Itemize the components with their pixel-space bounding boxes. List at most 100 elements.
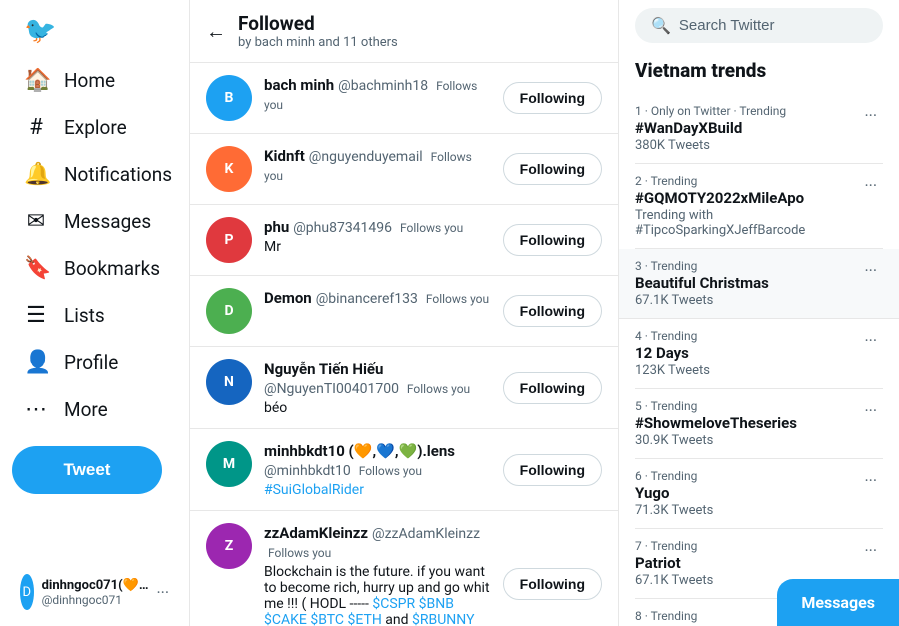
sidebar-item-explore[interactable]: # Explore <box>12 105 177 150</box>
avatar: Z <box>206 523 252 569</box>
trend-item[interactable]: 4 · Trending 12 Days 123K Tweets ··· <box>635 319 883 389</box>
trend-meta: 1 · Only on Twitter · Trending <box>635 104 786 118</box>
avatar: D <box>206 288 252 334</box>
trends-list: 1 · Only on Twitter · Trending #WanDayXB… <box>635 94 883 626</box>
bookmark-icon: 🔖 <box>24 256 48 281</box>
avatar: P <box>206 217 252 263</box>
follows-you-label: Follows you <box>407 382 470 396</box>
sidebar-item-more[interactable]: ⋯ More <box>12 387 177 432</box>
trend-item[interactable]: 2 · Trending #GQMOTY2022xMileApo Trendin… <box>635 164 883 249</box>
sidebar-item-home[interactable]: 🏠 Home <box>12 58 177 103</box>
trend-tag: Yugo <box>635 484 713 502</box>
list-item: M minhbkdt10 (🧡,💙,💚).lens @minhbkdt10 Fo… <box>190 429 618 511</box>
trend-item[interactable]: 3 · Trending Beautiful Christmas 67.1K T… <box>619 249 899 319</box>
follower-bio: Mr <box>264 239 491 255</box>
back-button[interactable]: ← <box>206 19 226 44</box>
sidebar-item-label: Profile <box>64 351 118 374</box>
followers-list: B bach minh @bachminh18 Follows you Foll… <box>190 63 618 626</box>
follower-handle: @binanceref133 <box>316 291 418 307</box>
trend-meta: 3 · Trending <box>635 259 769 273</box>
following-button[interactable]: Following <box>503 153 602 185</box>
follower-name: Demon <box>264 289 312 307</box>
search-box[interactable]: 🔍 <box>635 8 883 43</box>
trend-tag: #GQMOTY2022xMileApo <box>635 189 858 207</box>
following-button[interactable]: Following <box>503 295 602 327</box>
sidebar-item-label: Home <box>64 69 115 92</box>
sidebar-item-label: More <box>64 398 108 421</box>
avatar: M <box>206 441 252 487</box>
list-item: K Kidnft @nguyenduyemail Follows you Fol… <box>190 134 618 205</box>
follows-you-label: Follows you <box>426 292 489 306</box>
trend-more-icon[interactable]: ··· <box>858 539 883 562</box>
trend-meta: 6 · Trending <box>635 469 713 483</box>
follower-handle: @minhbkdt10 <box>264 463 351 479</box>
more-icon: ⋯ <box>24 397 48 422</box>
tweet-button[interactable]: Tweet <box>12 446 162 494</box>
twitter-logo[interactable]: 🐦 <box>12 8 177 54</box>
list-item: N Nguyễn Tiến Hiếu @NguyenTI00401700 Fol… <box>190 347 618 429</box>
page-header: ← Followed by bach minh and 11 others <box>190 0 618 63</box>
sidebar-item-profile[interactable]: 👤 Profile <box>12 340 177 385</box>
list-item: B bach minh @bachminh18 Follows you Foll… <box>190 63 618 134</box>
person-icon: 👤 <box>24 350 48 375</box>
mail-icon: ✉ <box>24 209 48 234</box>
more-options-icon[interactable]: ··· <box>156 583 169 602</box>
trend-meta: 4 · Trending <box>635 329 710 343</box>
follower-handle: @phu87341496 <box>293 220 392 236</box>
list-item: Z zzAdamKleinzz @zzAdamKleinzz Follows y… <box>190 511 618 626</box>
trends-title: Vietnam trends <box>635 59 883 82</box>
twitter-bird-icon: 🐦 <box>24 16 56 46</box>
follower-bio: Blockchain is the future. if you want to… <box>264 564 491 626</box>
sidebar-item-label: Bookmarks <box>64 257 160 280</box>
follower-name: phu <box>264 218 289 236</box>
trend-tag: 12 Days <box>635 344 710 362</box>
trend-more-icon[interactable]: ··· <box>858 469 883 492</box>
following-button[interactable]: Following <box>503 82 602 114</box>
list-item: D Demon @binanceref133 Follows you Follo… <box>190 276 618 347</box>
search-input[interactable] <box>679 17 878 34</box>
sidebar-item-messages[interactable]: ✉ Messages <box>12 199 177 244</box>
trend-more-icon[interactable]: ··· <box>858 329 883 352</box>
main-nav: 🏠 Home # Explore 🔔 Notifications ✉ Messa… <box>12 58 177 434</box>
follower-bio: béo <box>264 400 491 416</box>
following-button[interactable]: Following <box>503 568 602 600</box>
trend-more-icon[interactable]: ··· <box>858 399 883 422</box>
following-button[interactable]: Following <box>503 372 602 404</box>
follower-name: zzAdamKleinzz <box>264 524 368 542</box>
follower-handle: @bachminh18 <box>338 78 428 94</box>
trend-count: 30.9K Tweets <box>635 433 797 448</box>
sidebar-item-lists[interactable]: ☰ Lists <box>12 293 177 338</box>
search-icon: 🔍 <box>651 16 671 35</box>
list-icon: ☰ <box>24 303 48 328</box>
sidebar-item-label: Messages <box>64 210 151 233</box>
profile-footer[interactable]: D dinhngoc071(🧡… @dinhngoc071 ··· <box>12 566 177 618</box>
sidebar-item-bookmarks[interactable]: 🔖 Bookmarks <box>12 246 177 291</box>
follower-handle: @zzAdamKleinzz <box>372 526 480 542</box>
avatar: K <box>206 146 252 192</box>
footer-handle: @dinhngoc071 <box>42 593 149 607</box>
follows-you-label: Follows you <box>268 546 331 560</box>
sidebar-item-notifications[interactable]: 🔔 Notifications <box>12 152 177 197</box>
avatar: B <box>206 75 252 121</box>
trend-count: 67.1K Tweets <box>635 573 713 588</box>
follower-handle: @nguyenduyemail <box>309 149 423 165</box>
page-subtitle: by bach minh and 11 others <box>238 35 398 50</box>
trend-item[interactable]: 6 · Trending Yugo 71.3K Tweets ··· <box>635 459 883 529</box>
left-sidebar: 🐦 🏠 Home # Explore 🔔 Notifications ✉ Mes… <box>0 0 190 626</box>
follower-name: Kidnft <box>264 147 305 165</box>
trend-tag: Beautiful Christmas <box>635 274 769 292</box>
trend-count: 67.1K Tweets <box>635 293 769 308</box>
trend-count: 71.3K Tweets <box>635 503 713 518</box>
messages-float-button[interactable]: Messages <box>777 579 899 626</box>
trend-tag: #WanDayXBuild <box>635 119 786 137</box>
trend-item[interactable]: 5 · Trending #ShowmeloveTheseries 30.9K … <box>635 389 883 459</box>
main-content: ← Followed by bach minh and 11 others B … <box>190 0 619 626</box>
trend-more-icon[interactable]: ··· <box>858 104 883 127</box>
following-button[interactable]: Following <box>503 454 602 486</box>
sidebar-item-label: Explore <box>64 116 127 139</box>
following-button[interactable]: Following <box>503 224 602 256</box>
follower-handle: @NguyenTI00401700 <box>264 381 399 397</box>
trend-more-icon[interactable]: ··· <box>858 174 883 197</box>
trend-item[interactable]: 1 · Only on Twitter · Trending #WanDayXB… <box>635 94 883 164</box>
trend-more-icon[interactable]: ··· <box>858 259 883 282</box>
